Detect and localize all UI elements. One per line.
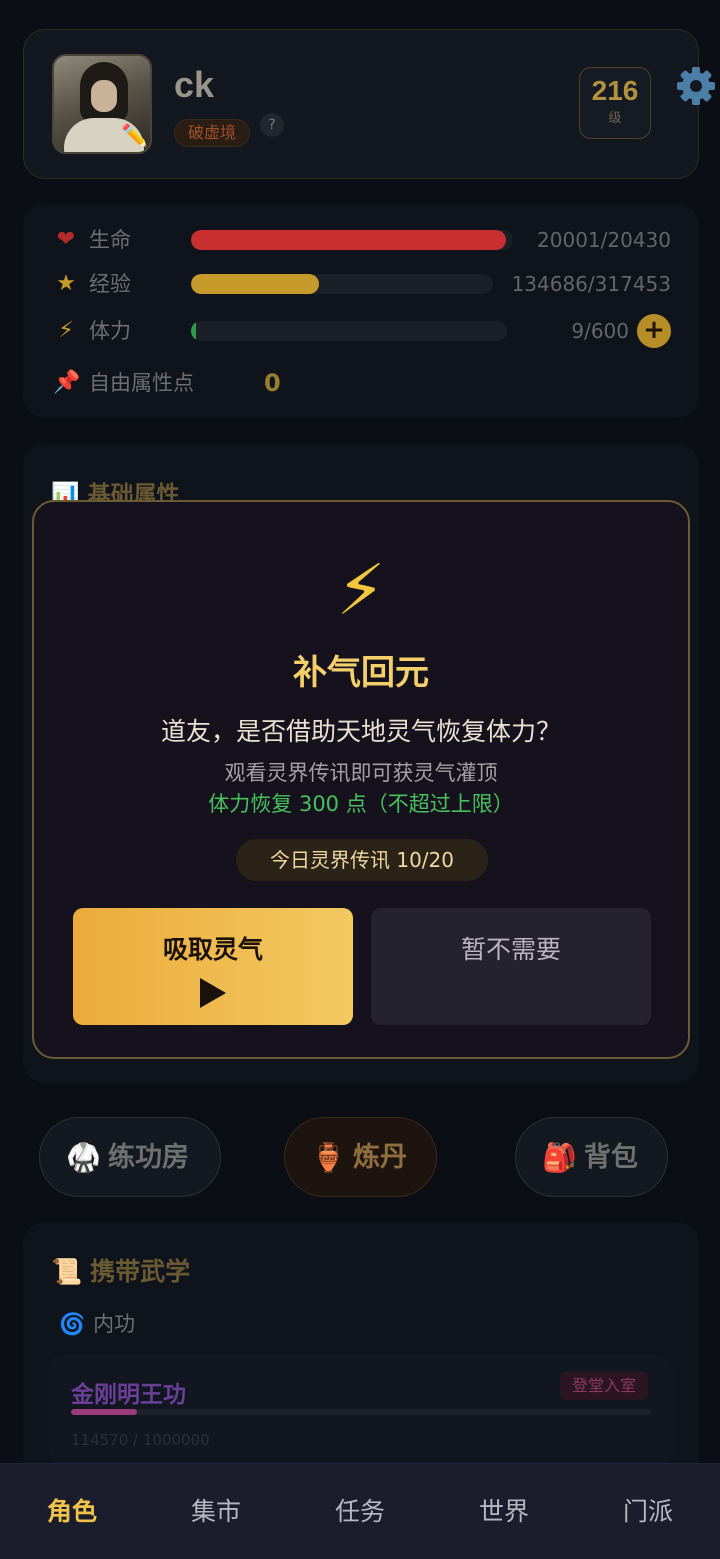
lightning-icon: ⚡ [336,549,386,631]
stats-card: ❤ 生命 20001/20430 ★ 经验 134686/317453 ⚡ 体力… [23,203,699,418]
realm-badge: 破虚境 [174,119,251,147]
scroll-icon: 📜 [51,1257,83,1286]
skill-progress-bar [71,1409,651,1415]
profile-card: ✏️ ck 破虚境 ? 216 级 [23,29,715,179]
star-icon: ★ [56,271,76,296]
hp-bar [191,230,513,250]
skill-progress-text: 114570 / 1000000 [71,1431,210,1449]
stamina-row: ⚡ 体力 9/600 + [53,314,683,348]
backpack-label: 背包 [584,1142,638,1173]
cyclone-icon: 🌀 [59,1312,86,1336]
nav-item-character[interactable]: 角色 [0,1464,144,1559]
martial-arts-title: 📜 携带武学 [51,1252,190,1288]
skill-name: 金刚明王功 [71,1382,186,1408]
heart-icon: ❤ [56,227,76,252]
backpack-icon: 🎒 [542,1141,577,1174]
decline-label: 暂不需要 [460,935,561,964]
level-badge: 216 级 [579,67,651,139]
realm-help-icon[interactable]: ? [260,113,284,137]
skill-item[interactable]: 金刚明王功 登堂入室 114570 / 1000000 [49,1355,673,1465]
level-number: 216 [591,75,639,106]
stamina-bar-fill [191,321,196,341]
free-points-value: 0 [264,369,281,397]
exp-row: ★ 经验 134686/317453 [53,269,683,299]
inner-skill-section: 🌀 内功 [59,1308,135,1338]
free-points-row: 📌 自由属性点 0 [53,368,683,398]
alchemy-label: 炼丹 [353,1142,407,1173]
level-unit: 级 [608,111,622,126]
inner-skill-label: 内功 [93,1312,136,1336]
exp-bar-fill [191,274,320,294]
player-name: ck [174,64,215,105]
exp-value: 134686/317453 [511,272,671,296]
dialog-question: 道友，是否借助天地灵气恢复体力？ [160,717,561,746]
nav-item-sect[interactable]: 门派 [576,1464,720,1559]
stamina-label: 体力 [89,319,131,343]
pencil-icon[interactable]: ✏️ [120,122,150,152]
hp-label: 生命 [89,228,131,252]
dialog-title: 补气回元 [293,653,429,693]
martial-arts-label: 携带武学 [90,1257,191,1286]
restore-stamina-dialog: ⚡ 补气回元 道友，是否借助天地灵气恢复体力？ 观看灵界传讯即可获灵气灌顶 体力… [32,500,690,1059]
gear-icon[interactable] [675,65,717,107]
dialog-description: 观看灵界传讯即可获灵气灌顶 [224,761,498,785]
exp-bar [191,274,493,294]
dialog-reward: 体力恢复 300 点（不超过上限） [208,792,514,816]
play-icon [200,978,226,1008]
daily-quota-badge: 今日灵界传讯 10/20 [236,839,488,881]
nav-item-world[interactable]: 世界 [432,1464,576,1559]
decline-button[interactable]: 暂不需要 [371,908,651,1025]
hp-bar-fill [191,230,507,250]
nav-item-market[interactable]: 集市 [144,1464,288,1559]
lightning-icon: ⚡ [58,318,74,343]
skill-progress-fill [71,1409,138,1415]
martial-arts-card: 📜 携带武学 🌀 内功 金刚明王功 登堂入室 114570 / 1000000 [23,1222,699,1482]
skill-rank-badge: 登堂入室 [560,1372,649,1400]
stamina-bar [191,321,507,341]
bottom-nav: 角色 集市 任务 世界 门派 [0,1463,720,1559]
pushpin-icon: 📌 [53,370,81,395]
add-stamina-button[interactable]: + [637,314,671,348]
training-room-label: 练功房 [108,1142,189,1173]
alchemy-button[interactable]: 🏺 炼丹 [284,1117,437,1197]
hp-value: 20001/20430 [537,228,671,252]
gi-icon: 🥋 [66,1141,101,1174]
hp-row: ❤ 生命 20001/20430 [53,225,683,255]
absorb-qi-label: 吸取灵气 [162,935,263,964]
urn-icon: 🏺 [311,1141,346,1174]
free-points-label: 自由属性点 [89,371,194,395]
training-room-button[interactable]: 🥋 练功房 [39,1117,221,1197]
avatar-face [91,80,117,112]
stamina-value: 9/600 [571,319,629,343]
exp-label: 经验 [89,272,131,296]
absorb-qi-button[interactable]: 吸取灵气 [73,908,353,1025]
nav-item-quests[interactable]: 任务 [288,1464,432,1559]
backpack-button[interactable]: 🎒 背包 [515,1117,668,1197]
